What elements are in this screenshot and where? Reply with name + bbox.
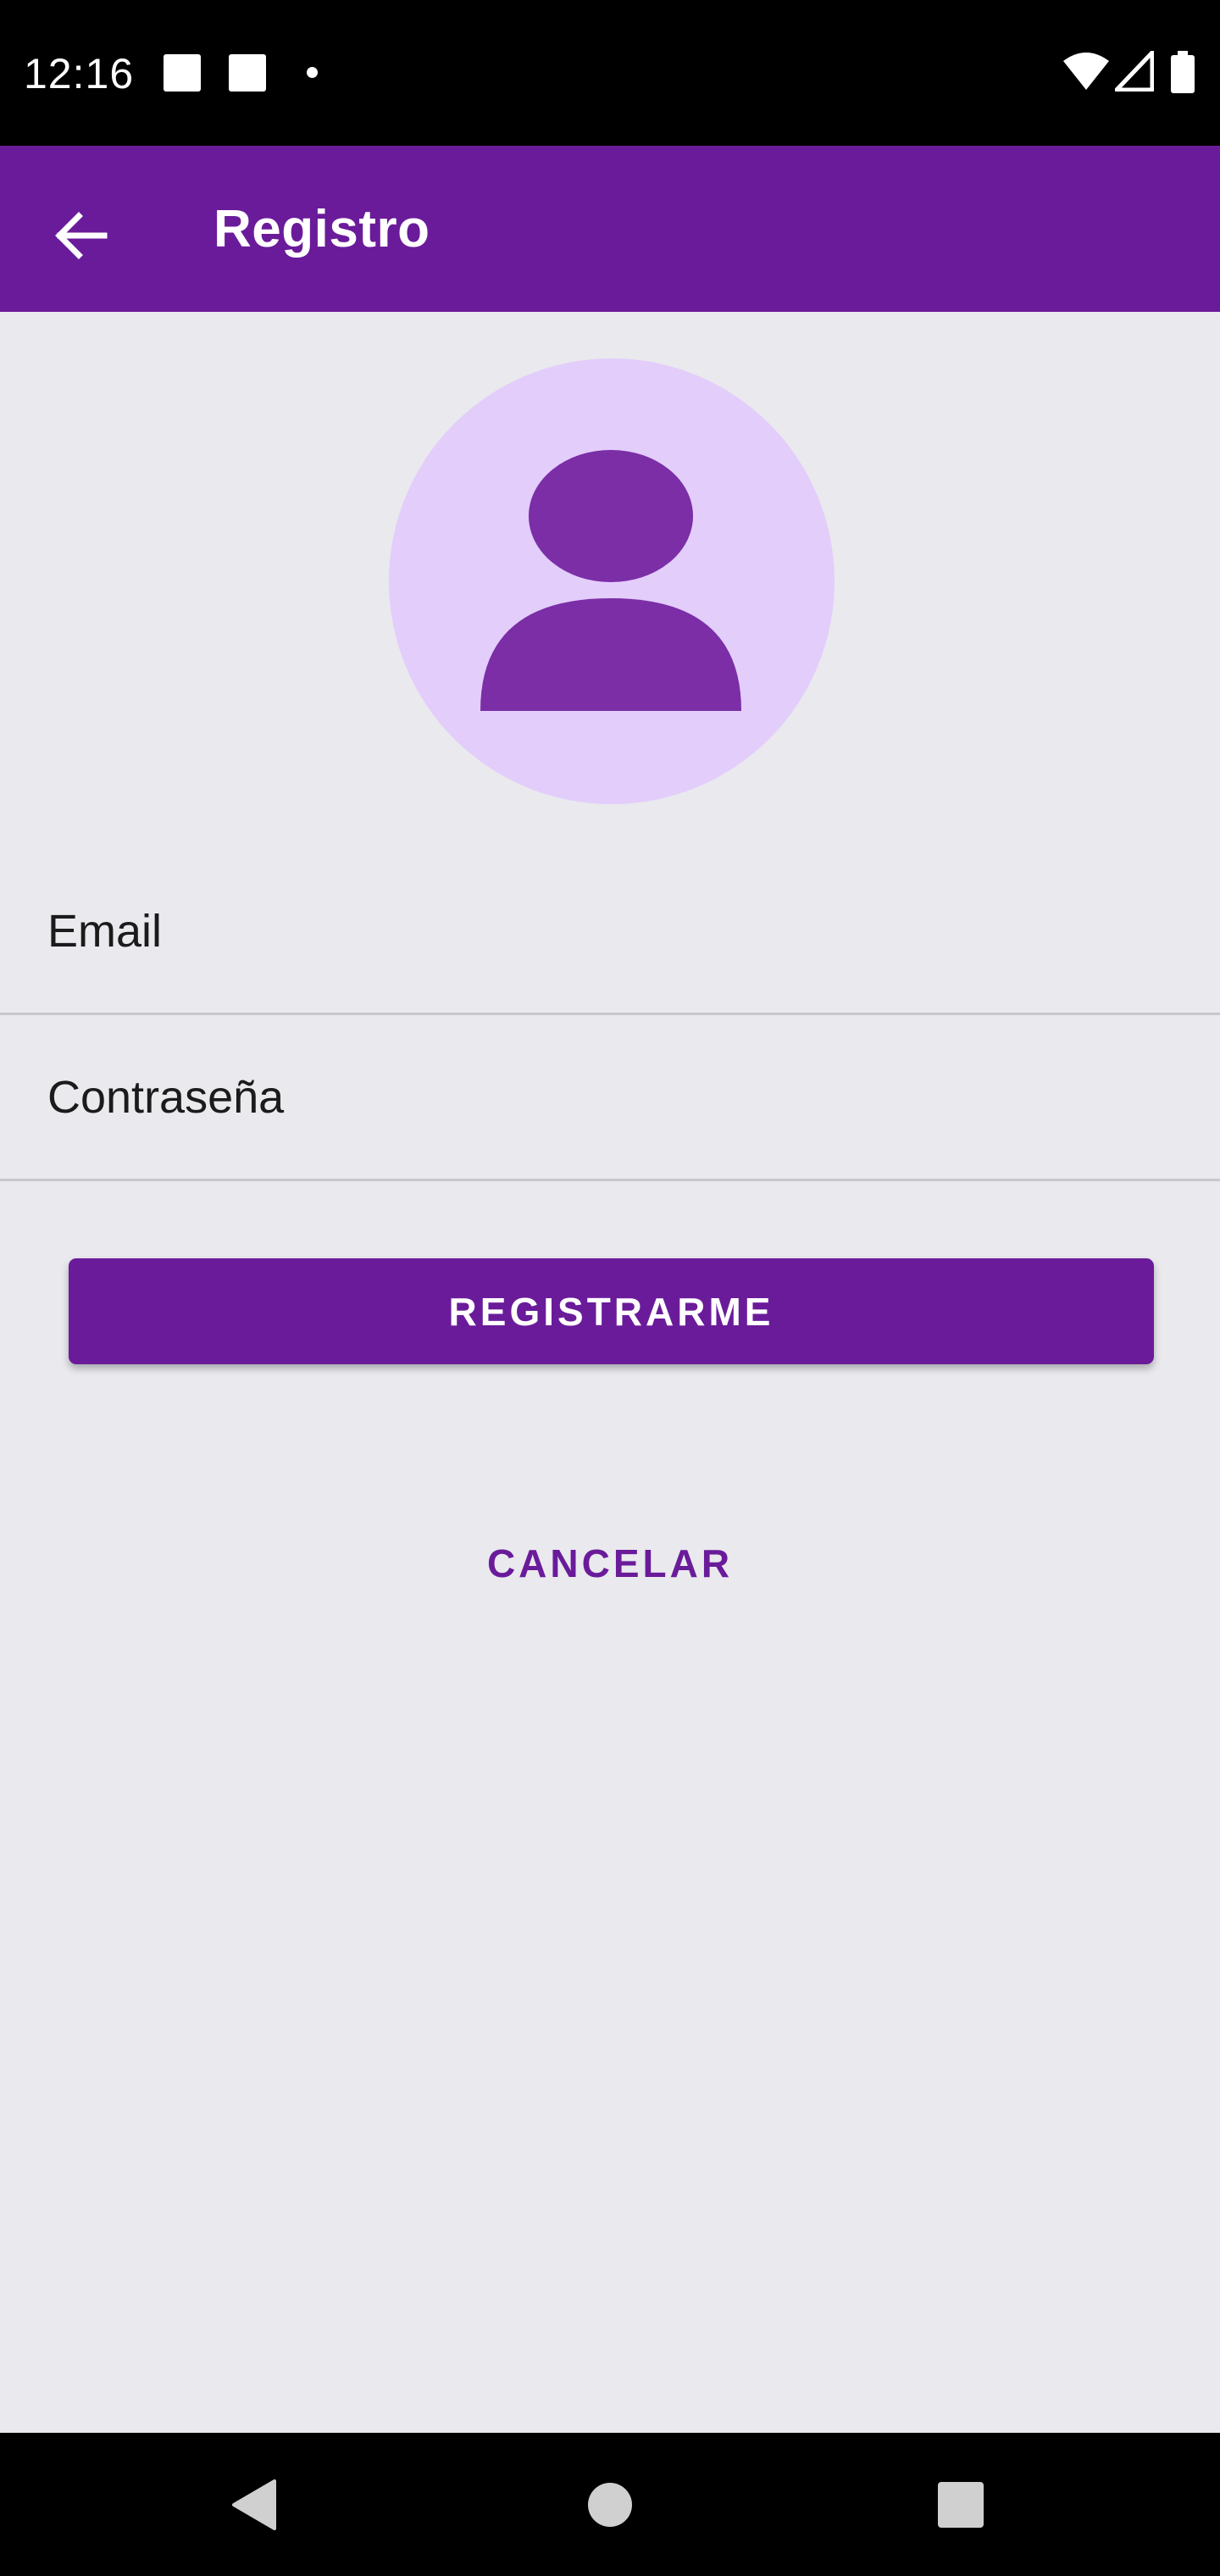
password-field bbox=[0, 1017, 1220, 1181]
app-bar: Registro bbox=[0, 146, 1220, 312]
battery-icon bbox=[1171, 51, 1195, 93]
nav-home-button[interactable] bbox=[555, 2450, 665, 2560]
arrow-back-icon bbox=[55, 212, 108, 259]
cell-signal-icon bbox=[1115, 51, 1154, 92]
home-circle-icon bbox=[588, 2483, 632, 2527]
recents-square-icon bbox=[938, 2482, 984, 2528]
status-time: 12:16 bbox=[24, 50, 135, 97]
wifi-icon bbox=[1063, 53, 1109, 90]
page-title: Registro bbox=[214, 200, 430, 258]
status-bar: 12:16 bbox=[0, 0, 1220, 146]
back-button[interactable] bbox=[34, 188, 129, 283]
avatar[interactable] bbox=[389, 358, 835, 804]
email-field bbox=[0, 851, 1220, 1015]
nav-recents-button[interactable] bbox=[906, 2450, 1016, 2560]
person-icon bbox=[480, 450, 741, 711]
back-triangle-icon bbox=[232, 2479, 276, 2530]
notification-dot-icon bbox=[307, 67, 318, 78]
cancel-button[interactable]: CANCELAR bbox=[441, 1517, 779, 1610]
notification-square-icon bbox=[229, 54, 266, 92]
password-input[interactable] bbox=[47, 1017, 1174, 1178]
nav-back-button[interactable] bbox=[199, 2450, 309, 2560]
email-input[interactable] bbox=[47, 851, 1174, 1012]
register-button[interactable]: REGISTRARME bbox=[69, 1258, 1154, 1364]
navigation-bar bbox=[0, 2433, 1220, 2576]
notification-square-icon bbox=[164, 54, 201, 92]
